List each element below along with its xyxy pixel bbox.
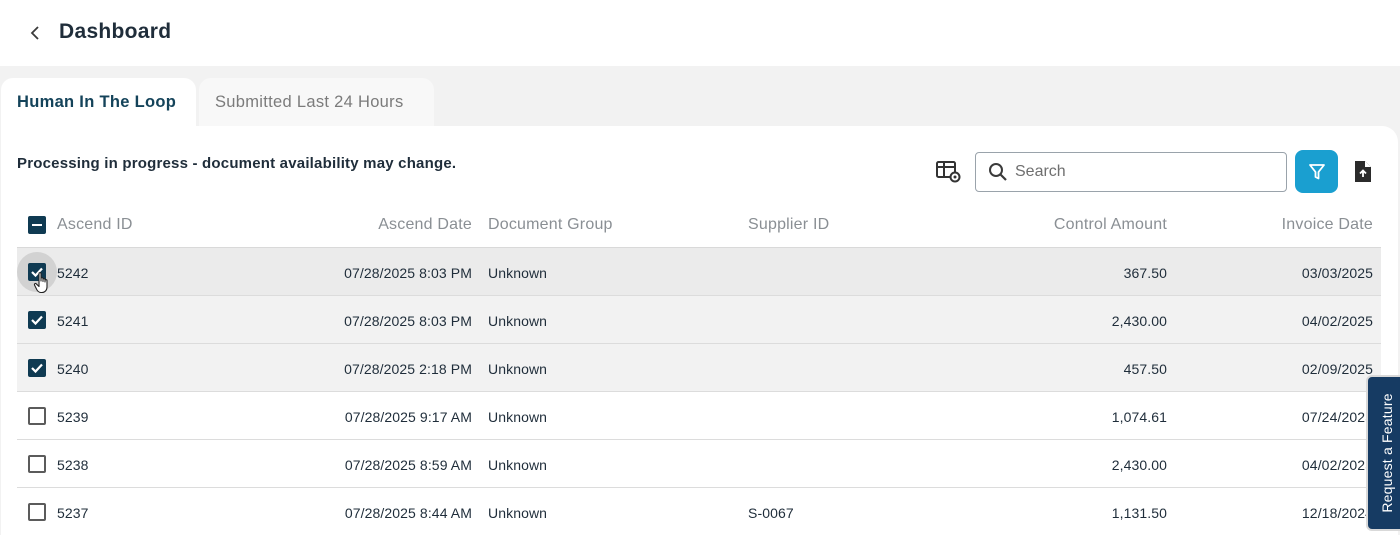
cell-ascend-date: 07/28/2025 8:03 PM	[344, 313, 472, 329]
cell-ascend-id[interactable]: 5242	[57, 265, 89, 281]
cell-ascend-date: 07/28/2025 2:18 PM	[344, 361, 472, 377]
table-settings-icon	[936, 161, 961, 183]
cell-document-group: Unknown	[488, 313, 548, 329]
row-checkbox[interactable]	[28, 311, 46, 329]
check-icon	[31, 267, 43, 278]
table-row[interactable]: 5237 07/28/2025 8:44 AM Unknown S-0067 1…	[17, 488, 1381, 535]
page-title: Dashboard	[59, 20, 172, 43]
row-checkbox[interactable]	[28, 455, 46, 473]
cell-control-amount: 1,131.50	[1111, 505, 1167, 521]
export-button[interactable]	[1351, 159, 1375, 185]
cell-ascend-id[interactable]: 5239	[57, 409, 89, 425]
column-header-document-group[interactable]: Document Group	[488, 216, 613, 234]
cell-invoice-date: 12/18/2024	[1301, 505, 1373, 521]
cell-document-group: Unknown	[488, 265, 548, 281]
processing-notice: Processing in progress - document availa…	[17, 155, 457, 172]
cell-ascend-id[interactable]: 5240	[57, 361, 89, 377]
table-row[interactable]: 5239 07/28/2025 9:17 AM Unknown 1,074.61…	[17, 392, 1381, 440]
table-row[interactable]: 5238 07/28/2025 8:59 AM Unknown 2,430.00…	[17, 440, 1381, 488]
cell-ascend-id[interactable]: 5237	[57, 505, 89, 521]
tab-human-in-the-loop[interactable]: Human In The Loop	[1, 78, 196, 126]
back-button[interactable]	[24, 22, 46, 44]
row-checkbox[interactable]	[28, 407, 46, 425]
cell-invoice-date: 03/03/2025	[1301, 265, 1373, 281]
check-icon	[31, 363, 43, 374]
check-icon	[31, 315, 43, 326]
cell-control-amount: 457.50	[1123, 361, 1167, 377]
search-input[interactable]	[1015, 161, 1275, 183]
cell-ascend-date: 07/28/2025 8:59 AM	[344, 457, 472, 473]
column-header-control-amount[interactable]: Control Amount	[1054, 216, 1167, 234]
row-checkbox[interactable]	[28, 359, 46, 377]
top-bar: Dashboard	[0, 0, 1400, 66]
table-header: Ascend ID Ascend Date Document Group Sup…	[17, 200, 1381, 248]
cell-invoice-date: 02/09/2025	[1301, 361, 1373, 377]
cell-invoice-date: 07/24/2025	[1301, 409, 1373, 425]
request-feature-tab[interactable]: Request a Feature	[1366, 375, 1400, 531]
cell-document-group: Unknown	[488, 409, 548, 425]
column-header-supplier-id[interactable]: Supplier ID	[748, 216, 829, 234]
request-feature-label: Request a Feature	[1379, 393, 1395, 513]
export-file-icon	[1355, 161, 1371, 182]
table-settings-button[interactable]	[935, 159, 963, 185]
cell-control-amount: 2,430.00	[1111, 457, 1167, 473]
table-row[interactable]: 5240 07/28/2025 2:18 PM Unknown 457.50 0…	[17, 344, 1381, 392]
cell-supplier-id: S-0067	[748, 505, 794, 521]
cell-control-amount: 1,074.61	[1111, 409, 1167, 425]
row-checkbox[interactable]	[28, 503, 46, 521]
cell-control-amount: 367.50	[1123, 265, 1167, 281]
select-all-checkbox[interactable]	[28, 216, 46, 234]
cell-document-group: Unknown	[488, 361, 548, 377]
column-header-ascend-date[interactable]: Ascend Date	[378, 216, 472, 234]
column-header-invoice-date[interactable]: Invoice Date	[1282, 216, 1373, 234]
cell-control-amount: 2,430.00	[1111, 313, 1167, 329]
filter-button[interactable]	[1295, 150, 1338, 193]
cell-ascend-id[interactable]: 5238	[57, 457, 89, 473]
cell-invoice-date: 04/02/2025	[1301, 313, 1373, 329]
cell-document-group: Unknown	[488, 457, 548, 473]
chevron-left-icon	[30, 26, 39, 40]
cell-invoice-date: 04/02/2025	[1301, 457, 1373, 473]
column-header-ascend-id[interactable]: Ascend ID	[57, 216, 133, 234]
cell-ascend-date: 07/28/2025 8:03 PM	[344, 265, 472, 281]
cell-ascend-id[interactable]: 5241	[57, 313, 89, 329]
table-row[interactable]: 5241 07/28/2025 8:03 PM Unknown 2,430.00…	[17, 296, 1381, 344]
search-icon	[989, 163, 1007, 181]
filter-icon	[1308, 163, 1325, 179]
row-checkbox[interactable]	[28, 263, 46, 281]
table-row[interactable]: 5242 07/28/2025 8:03 PM Unknown 367.50 0…	[17, 248, 1381, 296]
search-field[interactable]	[975, 152, 1287, 192]
tab-submitted-last-24-hours[interactable]: Submitted Last 24 Hours	[199, 78, 434, 126]
cell-ascend-date: 07/28/2025 9:17 AM	[344, 409, 472, 425]
cell-ascend-date: 07/28/2025 8:44 AM	[344, 505, 472, 521]
cell-document-group: Unknown	[488, 505, 548, 521]
